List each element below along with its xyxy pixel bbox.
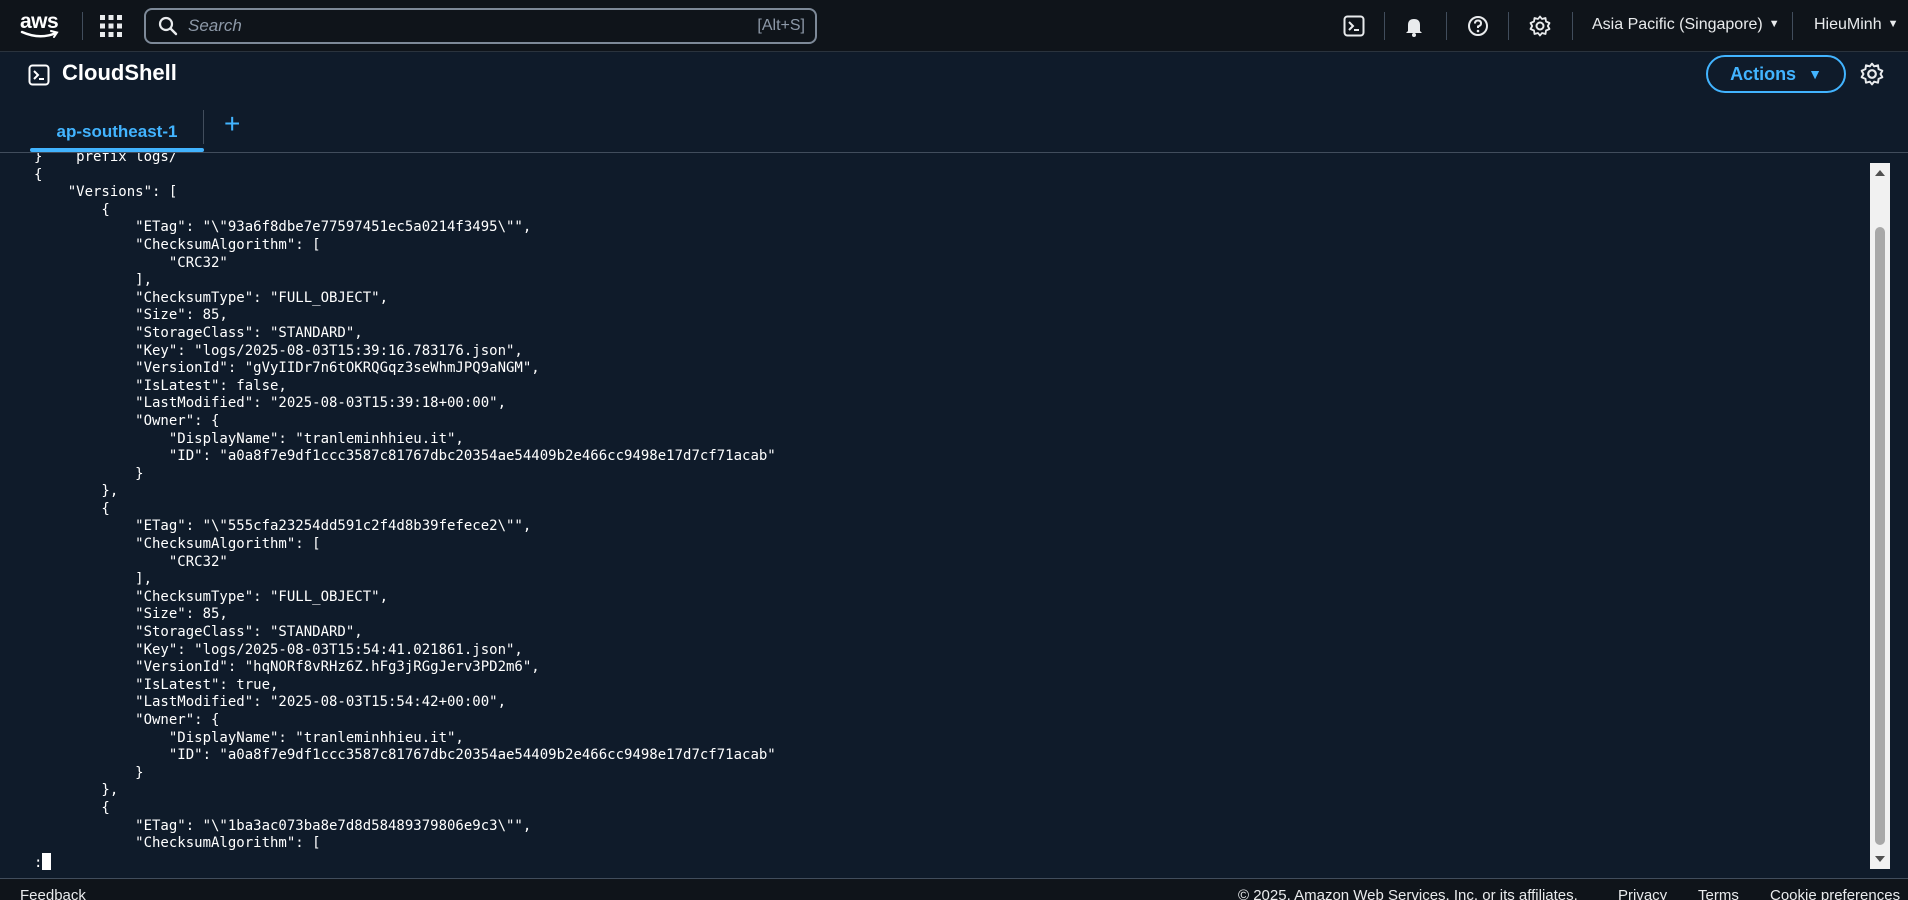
cloudshell-header <box>0 52 1908 152</box>
terminal-lines: } prefix logs/{ "Versions": [ { "ETag": … <box>34 153 776 872</box>
cloudshell-title-icon <box>28 64 50 86</box>
help-icon[interactable] <box>1466 14 1490 38</box>
aws-smile-icon <box>20 30 59 38</box>
terminal-line: "ChecksumAlgorithm": [ <box>34 536 321 553</box>
terminal-line: "ETag": "\"555cfa23254dd591c2f4d8b39fefe… <box>34 518 532 535</box>
terminal-line: "CRC32" <box>34 254 228 271</box>
terminal-line: ], <box>34 571 153 588</box>
actions-button[interactable]: Actions ▼ <box>1706 55 1846 93</box>
tab-ap-southeast-1[interactable]: ap-southeast-1 <box>30 112 204 152</box>
page-title: CloudShell <box>62 60 177 85</box>
terminal-line: "StorageClass": "STANDARD", <box>34 624 363 641</box>
divider <box>1384 12 1385 40</box>
terminal-line: "ChecksumAlgorithm": [ <box>34 236 321 253</box>
footer: Feedback © 2025, Amazon Web Services, In… <box>0 878 1908 900</box>
terminal-line: ], <box>34 272 153 289</box>
divider <box>82 12 83 40</box>
terminal-line: "Owner": { <box>34 712 220 728</box>
terminal-line: "Size": 85, <box>34 307 228 324</box>
terminal-line: { <box>34 201 110 218</box>
terminal-line: "IsLatest": true, <box>34 676 279 693</box>
terminal-line: "ChecksumType": "FULL_OBJECT", <box>34 289 389 306</box>
terminal-line: "Key": "logs/2025-08-03T15:39:16.783176.… <box>34 342 523 359</box>
terminal-line: "VersionId": "gVyIIDr7n6tOKRQGqz3seWhmJP… <box>34 360 540 377</box>
terminal-line: "DisplayName": "tranleminhhieu.it", <box>34 430 464 447</box>
terminal-line: "ID": "a0a8f7e9df1ccc3587c81767dbc20354a… <box>34 747 776 764</box>
account-menu[interactable]: HieuMinh ▼ <box>1814 16 1898 34</box>
cookie-preferences-link[interactable]: Cookie preferences <box>1770 887 1900 900</box>
terminal-line: "ETag": "\"1ba3ac073ba8e7d8d58489379806e… <box>34 817 532 834</box>
search-shortcut: [Alt+S] <box>757 17 805 34</box>
terminal-prompt-line: : <box>34 852 776 873</box>
caret-down-icon: ▼ <box>1768 18 1780 30</box>
terminal-output[interactable]: } prefix logs/{ "Versions": [ { "ETag": … <box>0 153 1908 878</box>
terminal-scrollbar[interactable] <box>1870 163 1890 869</box>
add-tab-button[interactable]: + <box>224 110 240 138</box>
terminal-line: "Versions": [ <box>34 184 178 201</box>
aws-logo[interactable]: aws <box>20 11 62 40</box>
bell-icon[interactable] <box>1402 14 1426 38</box>
terminal-line: } prefix logs/ <box>34 153 178 165</box>
search-icon <box>158 16 178 36</box>
cloudshell-icon[interactable] <box>1342 14 1366 38</box>
terminal-line: "ID": "a0a8f7e9df1ccc3587c81767dbc20354a… <box>34 448 776 465</box>
terminal-line: "ETag": "\"93a6f8dbe7e77597451ec5a0214f3… <box>34 219 532 236</box>
terminal-line: "DisplayName": "tranleminhhieu.it", <box>34 729 464 746</box>
services-grid-icon[interactable] <box>100 15 122 37</box>
terms-link[interactable]: Terms <box>1698 887 1739 900</box>
terminal-line: "Size": 85, <box>34 606 228 623</box>
scroll-up-arrow-icon[interactable] <box>1870 163 1890 183</box>
divider <box>1508 12 1509 40</box>
gear-icon[interactable] <box>1528 14 1552 38</box>
terminal-line: }, <box>34 782 119 799</box>
divider <box>1572 12 1573 40</box>
terminal-line: "CRC32" <box>34 553 228 570</box>
scroll-down-arrow-icon[interactable] <box>1870 849 1890 869</box>
divider <box>1446 12 1447 40</box>
terminal-line: "Key": "logs/2025-08-03T15:54:41.021861.… <box>34 641 523 658</box>
terminal-line: } <box>34 465 144 482</box>
copyright-text: © 2025, Amazon Web Services, Inc. or its… <box>1238 887 1578 900</box>
terminal-line: }, <box>34 483 119 500</box>
terminal-line: "LastModified": "2025-08-03T15:39:18+00:… <box>34 395 507 412</box>
top-navigation-bar: aws Search [Alt+S] Asia Pacific (Singapo… <box>0 0 1908 52</box>
feedback-link[interactable]: Feedback <box>20 887 86 900</box>
settings-gear-icon[interactable] <box>1860 62 1884 86</box>
search-input[interactable]: Search [Alt+S] <box>144 8 817 44</box>
terminal-line: { <box>34 799 110 816</box>
region-selector[interactable]: Asia Pacific (Singapore) ▼ <box>1592 16 1780 34</box>
terminal-line: { <box>34 500 110 517</box>
terminal-line: "IsLatest": false, <box>34 377 287 394</box>
terminal-line: "ChecksumType": "FULL_OBJECT", <box>34 588 389 605</box>
scrollbar-thumb[interactable] <box>1875 227 1885 845</box>
terminal-line: "ChecksumAlgorithm": [ <box>34 835 321 852</box>
terminal-line: "LastModified": "2025-08-03T15:54:42+00:… <box>34 694 507 711</box>
search-placeholder: Search <box>188 16 242 35</box>
divider <box>203 110 204 144</box>
divider <box>1792 12 1793 40</box>
terminal-cursor <box>42 852 52 870</box>
terminal-line: "StorageClass": "STANDARD", <box>34 324 363 341</box>
terminal-line: { <box>34 166 43 183</box>
terminal-line: } <box>34 764 144 781</box>
pager-prompt: : <box>34 854 43 871</box>
caret-down-icon: ▼ <box>1808 66 1822 82</box>
terminal-line: "VersionId": "hqNORf8vRHz6Z.hFg3jRGgJerv… <box>34 659 540 676</box>
terminal-line: "Owner": { <box>34 412 220 429</box>
privacy-link[interactable]: Privacy <box>1618 887 1667 900</box>
caret-down-icon: ▼ <box>1887 18 1899 30</box>
